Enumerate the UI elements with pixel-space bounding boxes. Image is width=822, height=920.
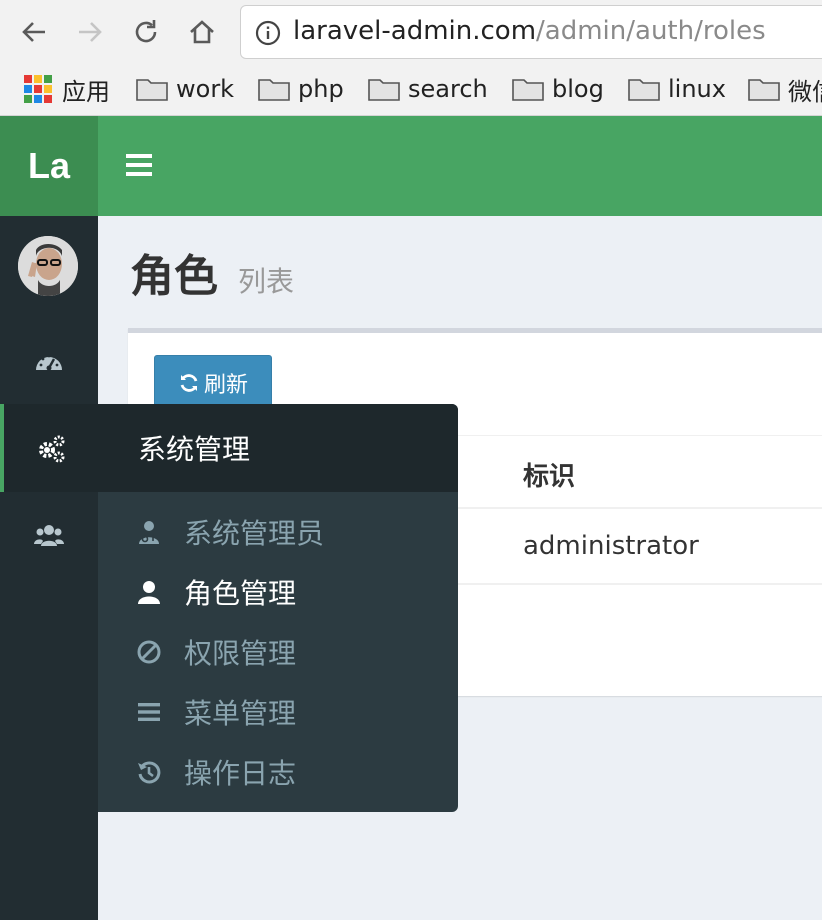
- bookmark-apps[interactable]: 应用: [24, 72, 110, 106]
- apps-grid-icon: [24, 75, 52, 103]
- page-title: 角色: [130, 251, 218, 302]
- avatar[interactable]: [18, 236, 78, 296]
- folder-icon: [368, 79, 400, 101]
- bookmark-label: blog: [552, 75, 604, 103]
- home-button[interactable]: [182, 12, 222, 52]
- submenu-item-label: 菜单管理: [184, 697, 297, 730]
- folder-icon: [512, 79, 544, 101]
- folder-icon: [136, 79, 168, 101]
- user-md-icon: [134, 517, 164, 547]
- submenu-item-menu[interactable]: 菜单管理: [98, 682, 458, 742]
- refresh-icon: [180, 374, 198, 392]
- submenu-item-permissions[interactable]: 权限管理: [98, 622, 458, 682]
- sidebar-item-dashboard[interactable]: [0, 318, 98, 406]
- submenu-item-admins[interactable]: 系统管理员: [98, 502, 458, 562]
- content-header: 角色 列表: [130, 240, 294, 304]
- table-cell-slug: administrator: [523, 531, 699, 561]
- bookmark-label: php: [298, 75, 344, 103]
- submenu-item-label: 权限管理: [184, 637, 297, 670]
- bookmark-php[interactable]: php: [258, 72, 344, 106]
- bookmarks-bar: 应用 work php search blog linux 微信: [0, 62, 822, 116]
- forward-button[interactable]: [70, 12, 110, 52]
- arrow-right-icon: [79, 22, 102, 42]
- sidebar-toggle-icon[interactable]: [126, 154, 152, 176]
- top-navbar: [98, 116, 822, 216]
- refresh-label: 刷新: [203, 373, 248, 398]
- folder-icon: [258, 79, 290, 101]
- submenu-item-logs[interactable]: 操作日志: [98, 742, 458, 802]
- users-icon: [34, 525, 64, 546]
- bookmark-label: search: [408, 75, 488, 103]
- bookmark-label: linux: [668, 75, 726, 103]
- dashboard-icon: [36, 354, 62, 371]
- page-subtitle: 列表: [238, 265, 295, 298]
- submenu-item-label: 系统管理员: [184, 517, 325, 550]
- submenu-title[interactable]: 系统管理: [98, 404, 458, 492]
- sidebar: [0, 216, 98, 920]
- url-host: laravel-admin.com: [293, 16, 537, 46]
- bookmark-wechat[interactable]: 微信: [748, 72, 822, 106]
- reload-button[interactable]: [126, 12, 166, 52]
- browser-toolbar: laravel-admin.com/admin/auth/roles: [0, 0, 822, 62]
- home-icon: [190, 20, 214, 44]
- refresh-button[interactable]: 刷新: [154, 355, 272, 411]
- bookmark-linux[interactable]: linux: [628, 72, 726, 106]
- arrow-left-icon: [22, 22, 45, 42]
- history-icon: [134, 757, 164, 787]
- folder-icon: [748, 79, 780, 101]
- bookmark-label: work: [176, 75, 235, 103]
- submenu-item-roles[interactable]: 角色管理: [98, 562, 458, 622]
- info-icon[interactable]: [255, 20, 281, 46]
- column-header-slug[interactable]: 标识: [523, 456, 575, 493]
- bookmark-label: 应用: [62, 77, 110, 106]
- gears-icon: [39, 435, 65, 463]
- bookmark-search[interactable]: search: [368, 72, 488, 106]
- sidebar-item-system[interactable]: [0, 404, 98, 492]
- submenu-item-label: 操作日志: [184, 757, 297, 790]
- system-submenu: 系统管理 系统管理员 角色管理 权限管理 菜单管理 操作日志: [98, 404, 458, 812]
- sidebar-item-users[interactable]: [0, 492, 98, 580]
- reload-icon: [135, 20, 157, 43]
- submenu-item-label: 角色管理: [184, 577, 297, 610]
- url-path: /admin/auth/roles: [536, 16, 766, 46]
- bookmark-label: 微信: [788, 77, 822, 106]
- user-icon: [134, 577, 164, 607]
- bookmark-work[interactable]: work: [136, 72, 234, 106]
- ban-icon: [134, 637, 164, 667]
- back-button[interactable]: [14, 12, 54, 52]
- bookmark-blog[interactable]: blog: [512, 72, 604, 106]
- folder-icon: [628, 79, 660, 101]
- bars-icon: [134, 697, 164, 727]
- logo[interactable]: La: [0, 116, 98, 216]
- url-text: laravel-admin.com/admin/auth/roles: [293, 16, 766, 46]
- address-bar[interactable]: laravel-admin.com/admin/auth/roles: [240, 5, 822, 59]
